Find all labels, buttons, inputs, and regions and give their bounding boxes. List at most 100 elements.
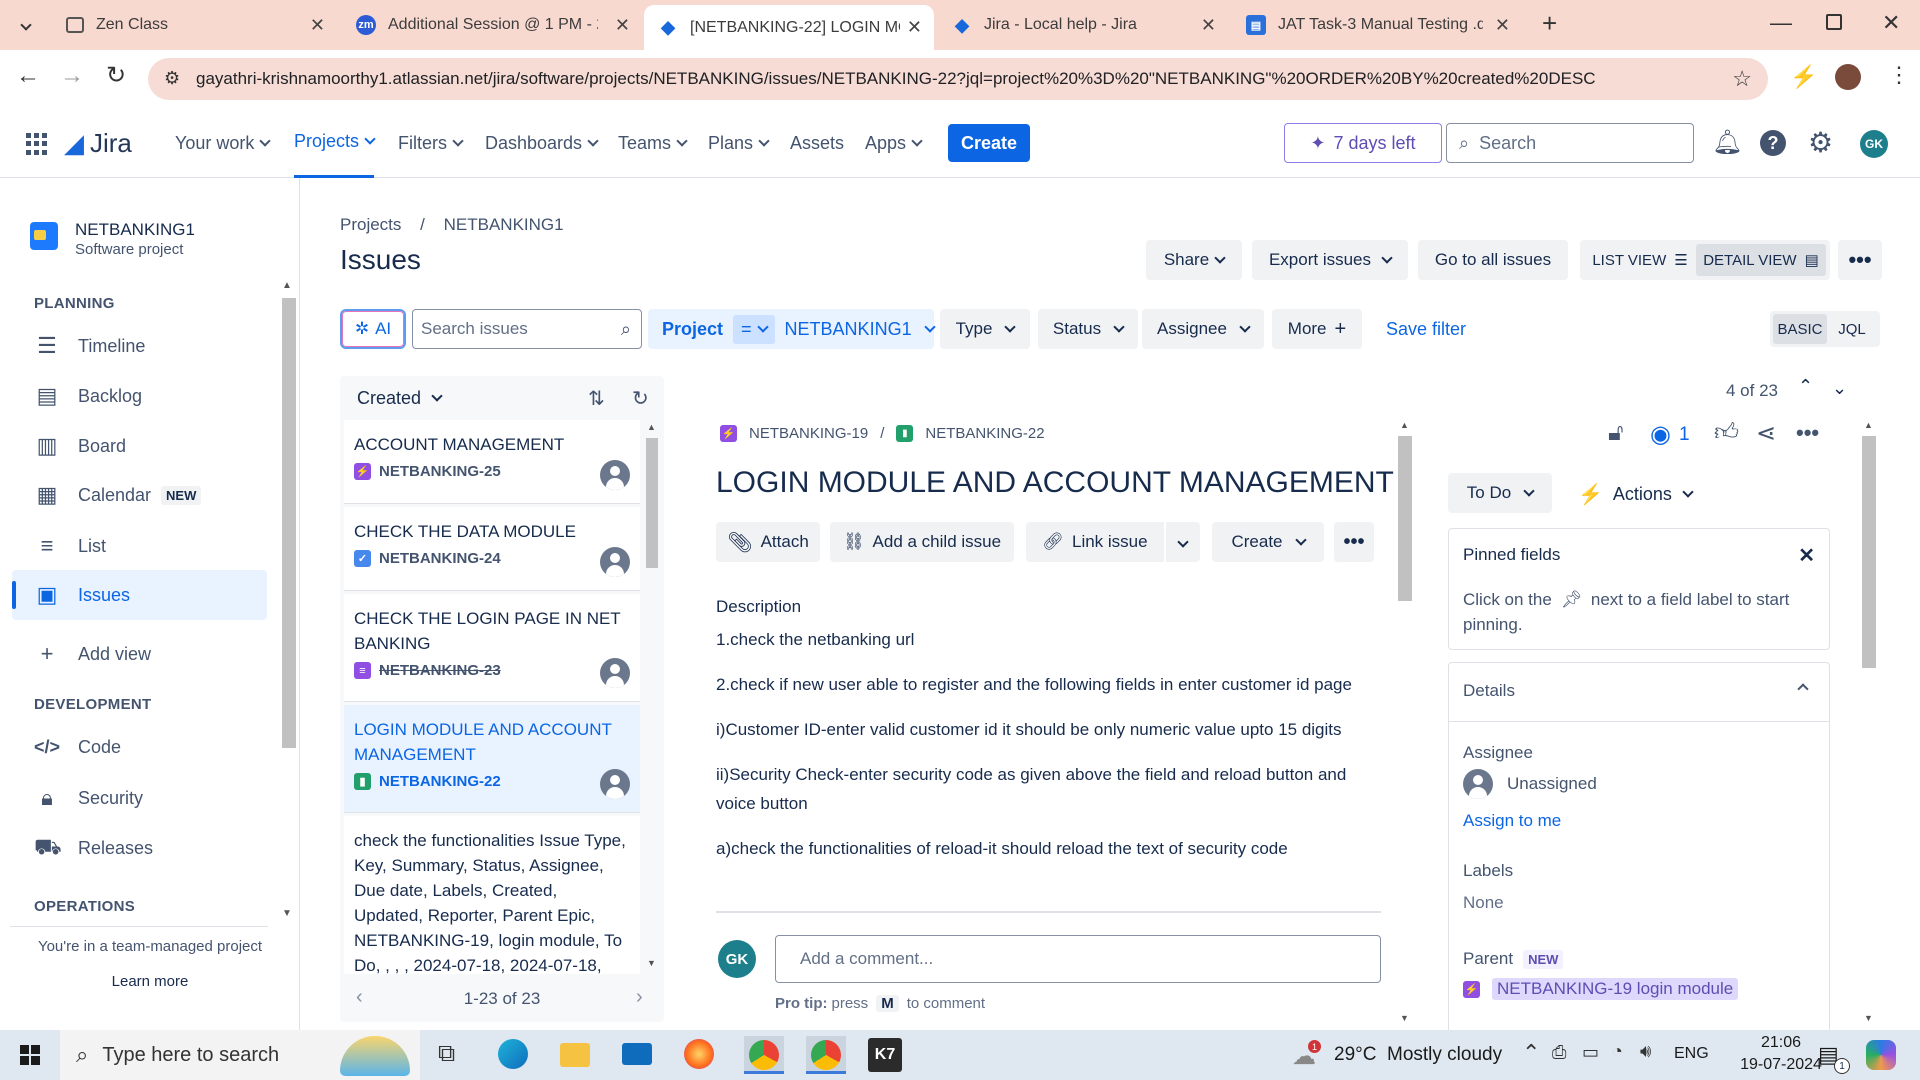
comment-input[interactable]: Add a comment... — [775, 935, 1381, 983]
close-icon[interactable]: ✕ — [1495, 15, 1510, 36]
operator-select[interactable]: = — [733, 314, 775, 344]
star-icon[interactable]: ☆ — [1732, 66, 1752, 92]
sidebar-item-issues[interactable]: ▣ Issues — [12, 570, 267, 620]
nav-your-work[interactable]: Your work — [175, 108, 272, 178]
profile-avatar[interactable] — [1835, 64, 1861, 90]
list-item-selected[interactable]: LOGIN MODULE AND ACCOUNT MANAGEMENT ▮ NET… — [344, 705, 640, 813]
sidebar-item-security[interactable]: 🔒︎ Security — [12, 774, 267, 822]
show-hidden-icons-icon[interactable]: ⌃ — [1522, 1040, 1540, 1066]
assignee-field[interactable]: Unassigned — [1463, 769, 1597, 799]
watch-button[interactable]: ◉ 1 — [1650, 420, 1690, 449]
browser-tab-zen-class[interactable]: Zen Class ✕ — [52, 6, 337, 44]
close-icon[interactable]: ✕ — [1201, 15, 1216, 36]
basic-mode-toggle[interactable]: BASIC — [1773, 314, 1827, 344]
windows-start-icon[interactable] — [20, 1045, 40, 1065]
jql-mode-toggle[interactable]: JQL — [1827, 314, 1877, 344]
nav-dashboards[interactable]: Dashboards — [485, 108, 599, 178]
volume-icon[interactable]: 🔊︎ — [1640, 1041, 1651, 1062]
site-info-icon[interactable]: ⚙ — [164, 68, 180, 89]
assign-to-me-link[interactable]: Assign to me — [1463, 811, 1561, 831]
nav-teams[interactable]: Teams — [618, 108, 688, 178]
clock-time[interactable]: 21:06 — [1736, 1034, 1826, 1052]
browser-tab-jat-task[interactable]: ▤ JAT Task-3 Manual Testing .docx ✕ — [1232, 6, 1522, 44]
close-icon[interactable]: ✕ — [310, 15, 325, 36]
clock-date[interactable]: 19-07-2024 — [1736, 1056, 1826, 1074]
list-item[interactable]: CHECK THE LOGIN PAGE IN NET BANKING ≡ NET… — [344, 594, 640, 702]
sidebar-item-board[interactable]: ▥ Board — [12, 422, 267, 470]
trial-button[interactable]: ✦ 7 days left — [1284, 123, 1442, 163]
share-icon[interactable]: ⋖ — [1756, 419, 1776, 448]
nav-assets[interactable]: Assets — [790, 108, 844, 178]
scroll-down-arrow[interactable]: ▼ — [1400, 1013, 1409, 1023]
chrome-icon[interactable] — [744, 1036, 784, 1074]
language-indicator[interactable]: ENG — [1674, 1045, 1709, 1063]
parent-issue-link[interactable]: NETBANKING-19 — [749, 425, 868, 442]
issue-key-link[interactable]: NETBANKING-22 — [925, 425, 1044, 442]
parent-value[interactable]: ⚡ NETBANKING-19 login module — [1463, 978, 1739, 1000]
next-issue-icon[interactable]: ⌄ — [1832, 378, 1847, 399]
battery-icon[interactable]: ▭ — [1582, 1042, 1599, 1063]
sidebar-item-calendar[interactable]: ▦ Calendar NEW — [12, 471, 267, 519]
help-icon[interactable]: ? — [1760, 130, 1786, 156]
minimize-window-button[interactable]: — — [1770, 10, 1792, 36]
back-icon[interactable]: ← — [16, 62, 40, 90]
assignee-avatar[interactable] — [600, 769, 630, 799]
edge-icon[interactable] — [498, 1039, 528, 1069]
detail-scrollbar[interactable] — [1398, 436, 1412, 601]
list-item[interactable]: check the functionalities Issue Type, Ke… — [344, 816, 640, 974]
scroll-up-arrow[interactable]: ▲ — [1400, 420, 1409, 430]
nav-apps[interactable]: Apps — [865, 108, 923, 178]
list-item[interactable]: ACCOUNT MANAGEMENT ⚡ NETBANKING-25 — [344, 420, 640, 504]
link-issue-button[interactable]: 🔗︎ Link issue — [1026, 522, 1164, 562]
assignee-avatar[interactable] — [600, 547, 630, 577]
nav-plans[interactable]: Plans — [708, 108, 770, 178]
issue-summary[interactable]: LOGIN MODULE AND ACCOUNT MANAGEMENT — [716, 466, 1394, 500]
save-filter-link[interactable]: Save filter — [1386, 319, 1466, 340]
sidebar-item-releases[interactable]: ⛟ Releases — [12, 824, 267, 872]
detail-view-toggle[interactable]: DETAIL VIEW ▤ — [1696, 244, 1826, 276]
sidebar-item-code[interactable]: </> Code — [12, 723, 267, 771]
actions-button[interactable]: ⚡ Actions — [1578, 482, 1694, 507]
type-filter[interactable]: Type — [940, 309, 1030, 349]
refresh-icon[interactable]: ↻ — [632, 386, 649, 411]
details-heading[interactable]: Details — [1463, 681, 1515, 701]
restore-window-button[interactable] — [1826, 14, 1842, 30]
sidebar-item-list[interactable]: ≡ List — [12, 522, 267, 570]
breadcrumb-projects[interactable]: Projects — [340, 215, 401, 234]
address-bar[interactable]: ⚙ gayathri-krishnamoorthy1.atlassian.net… — [148, 58, 1768, 100]
taskbar-search-input[interactable]: ⌕ Type here to search — [60, 1030, 420, 1080]
go-to-all-issues-button[interactable]: Go to all issues — [1418, 240, 1568, 280]
weather-text[interactable]: 29°C Mostly cloudy — [1334, 1044, 1502, 1066]
previous-issue-icon[interactable]: ⌃ — [1798, 376, 1813, 397]
notifications-icon[interactable]: 🔔︎ — [1712, 128, 1742, 157]
sidebar-item-backlog[interactable]: ▤ Backlog — [12, 372, 267, 420]
ai-button[interactable]: ✲ AI — [340, 309, 406, 349]
close-icon[interactable]: ✕ — [907, 17, 922, 38]
browser-tab-jira-help[interactable]: ◆ Jira - Local help - Jira ✕ — [938, 6, 1228, 44]
next-page-icon[interactable]: › — [636, 986, 643, 1009]
forward-icon[interactable]: → — [60, 62, 84, 90]
share-button[interactable]: Share — [1146, 240, 1242, 280]
project-avatar[interactable] — [30, 222, 58, 250]
reload-icon[interactable]: ↻ — [106, 61, 126, 90]
new-tab-button[interactable]: + — [1542, 8, 1557, 39]
detail-panel-scrollbar[interactable] — [1862, 436, 1876, 668]
browser-tab-netbanking-22[interactable]: ◆ [NETBANKING-22] LOGIN MOD ✕ — [644, 5, 934, 50]
copilot-icon[interactable] — [1866, 1040, 1896, 1070]
create-button[interactable]: Create — [948, 124, 1030, 162]
thumbs-up-icon[interactable]: 👍︎ — [1714, 419, 1739, 447]
add-view-button[interactable]: + Add view — [12, 630, 267, 678]
assignee-avatar[interactable] — [600, 460, 630, 490]
app-switcher-icon[interactable] — [26, 133, 48, 155]
list-view-toggle[interactable]: LIST VIEW ☰ — [1584, 244, 1696, 276]
close-window-button[interactable]: ✕ — [1882, 10, 1900, 36]
scroll-down-arrow[interactable]: ▼ — [282, 908, 292, 919]
status-filter[interactable]: Status — [1038, 309, 1138, 349]
close-icon[interactable]: ✕ — [615, 15, 630, 36]
more-actions-button[interactable]: ••• — [1838, 240, 1882, 280]
link-issue-dropdown[interactable] — [1166, 522, 1200, 562]
sidebar-scrollbar[interactable] — [282, 298, 296, 748]
close-icon[interactable]: ✕ — [1798, 543, 1815, 568]
meet-now-icon[interactable]: ⎙ — [1552, 1042, 1566, 1063]
more-icon[interactable]: ••• — [1796, 420, 1819, 446]
